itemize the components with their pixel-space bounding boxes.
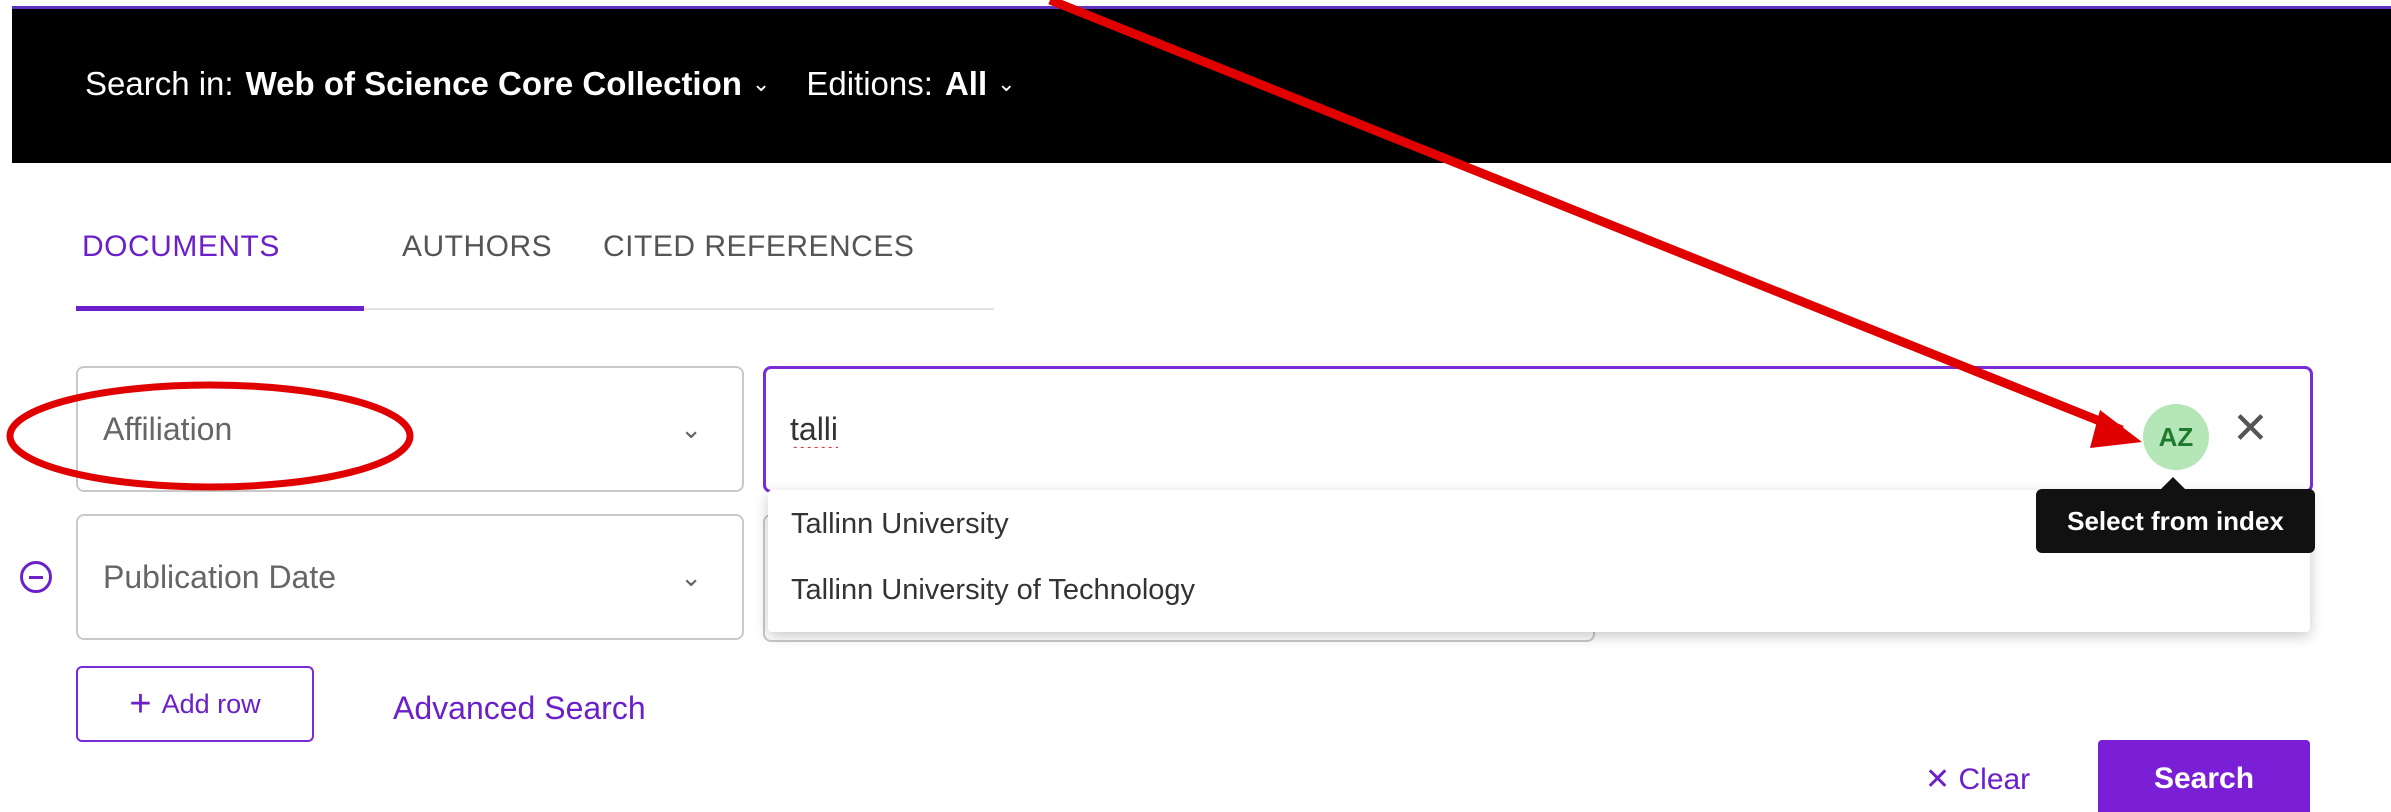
collection-dropdown[interactable]: Web of Science Core Collection ⌄: [246, 65, 807, 103]
tooltip: Select from index: [2036, 477, 2315, 553]
suggestion-item[interactable]: Tallinn University: [791, 508, 1009, 541]
add-row-label: Add row: [161, 688, 261, 719]
search-scope-row: Search in: Web of Science Core Collectio…: [85, 65, 1052, 103]
advanced-search-link[interactable]: Advanced Search: [393, 690, 646, 727]
field-select-label: Publication Date: [103, 558, 337, 595]
chevron-down-icon: ⌄: [997, 71, 1016, 96]
close-icon: ✕: [1925, 763, 1951, 796]
collection-value: Web of Science Core Collection: [245, 65, 742, 102]
tab-authors[interactable]: AUTHORS: [402, 230, 552, 264]
chevron-down-icon: ⌄: [680, 413, 702, 444]
tab-documents[interactable]: DOCUMENTS: [82, 230, 280, 264]
affiliation-search-input[interactable]: [790, 411, 2286, 448]
search-button[interactable]: Search: [2098, 740, 2310, 812]
editions-value: All: [944, 65, 988, 102]
suggestion-item[interactable]: Tallinn University of Technology: [791, 574, 1195, 607]
select-from-index-button[interactable]: AZ: [2143, 404, 2209, 470]
clear-button[interactable]: ✕ Clear: [1925, 762, 2030, 797]
affiliation-search-box: [763, 366, 2313, 493]
editions-dropdown[interactable]: All ⌄: [945, 65, 1052, 103]
plus-icon: +: [129, 683, 152, 725]
editions-label: Editions:: [806, 65, 933, 102]
tab-cited-references[interactable]: CITED REFERENCES: [603, 230, 914, 264]
field-select-publication-date[interactable]: Publication Date ⌄: [76, 514, 744, 640]
chevron-down-icon: ⌄: [751, 71, 771, 96]
clear-label: Clear: [1958, 763, 2031, 796]
clear-input-icon[interactable]: ✕: [2232, 407, 2269, 451]
add-row-button[interactable]: + Add row: [76, 666, 314, 742]
field-select-affiliation[interactable]: Affiliation ⌄: [76, 366, 744, 492]
field-select-label: Affiliation: [103, 410, 233, 447]
az-index-icon: AZ: [2158, 421, 2194, 452]
search-scope-bar: Search in: Web of Science Core Collectio…: [12, 6, 2391, 163]
search-in-label: Search in:: [85, 65, 234, 102]
active-tab-indicator: [76, 306, 364, 311]
remove-row-icon[interactable]: [20, 561, 52, 593]
search-type-tabs: DOCUMENTS AUTHORS CITED REFERENCES: [76, 226, 994, 311]
chevron-down-icon: ⌄: [680, 561, 702, 592]
